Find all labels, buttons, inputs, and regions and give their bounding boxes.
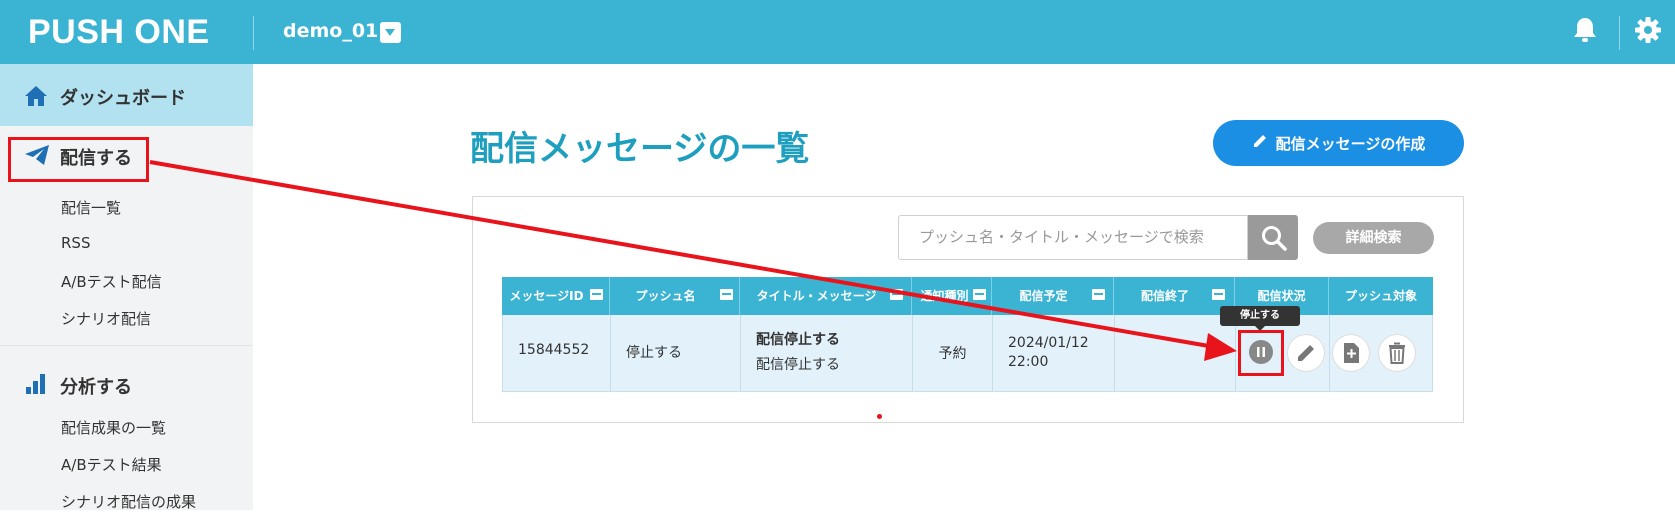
top-header: PUSH ONE demo_01 (0, 0, 1675, 64)
column-header-label: 配信終了 (1140, 289, 1189, 303)
highlight-box-pause (1238, 330, 1284, 376)
sidebar-item-dashboard[interactable]: ダッシュボード (0, 64, 253, 126)
cell-end (1115, 315, 1236, 391)
search-icon (1262, 226, 1287, 251)
sidebar-item-delivery-list[interactable]: 配信一覧 (61, 197, 121, 218)
cell-scheduled: 2024/01/12 22:00 (993, 315, 1115, 391)
sort-toggle-icon[interactable] (720, 289, 733, 300)
column-header-type[interactable]: 通知種別 (912, 277, 992, 315)
column-header-end[interactable]: 配信終了 (1114, 277, 1235, 315)
sort-toggle-icon[interactable] (1212, 289, 1225, 300)
delete-button[interactable] (1378, 334, 1416, 372)
sidebar-item-results[interactable]: 配信成果の一覧 (61, 417, 166, 438)
sidebar-item-ab-results[interactable]: A/Bテスト結果 (61, 454, 162, 475)
detail-search-button[interactable]: 詳細検索 (1313, 222, 1434, 254)
sort-toggle-icon[interactable] (590, 289, 603, 300)
gear-icon[interactable] (1634, 16, 1662, 48)
trash-icon (1389, 342, 1405, 364)
add-document-icon (1344, 343, 1359, 363)
sidebar-section-analyze[interactable]: 分析する (0, 364, 253, 402)
sidebar: ダッシュボード 配信する 配信一覧 RSS A/Bテスト配信 シナリオ配信 分析… (0, 64, 253, 512)
column-header-label: プッシュ名 (635, 289, 696, 303)
header-divider (253, 16, 254, 50)
sort-toggle-icon[interactable] (973, 289, 986, 300)
sidebar-divider (0, 345, 253, 346)
cell-push-name: 停止する (611, 315, 741, 391)
pause-tooltip: 停止する (1220, 306, 1300, 331)
column-header-label: 通知種別 (920, 289, 969, 303)
edit-button[interactable] (1287, 334, 1325, 372)
search-input[interactable]: プッシュ名・タイトル・メッセージで検索 (898, 215, 1248, 260)
sidebar-item-scenario[interactable]: シナリオ配信 (61, 308, 151, 329)
header-divider (1619, 16, 1620, 50)
sidebar-item-label: ダッシュボード (60, 88, 186, 109)
scheduled-time: 22:00 (1008, 354, 1049, 370)
column-header-push-name[interactable]: プッシュ名 (610, 277, 740, 315)
sidebar-item-scenario-results[interactable]: シナリオ配信の成果 (61, 491, 196, 512)
sidebar-section-label: 分析する (60, 377, 132, 398)
highlight-box-deliver (8, 137, 149, 182)
column-header-id[interactable]: メッセージID (502, 277, 610, 315)
annotation-dot (877, 414, 882, 419)
pencil-icon (1252, 133, 1268, 153)
copy-button[interactable] (1332, 334, 1370, 372)
search-button[interactable] (1248, 215, 1298, 260)
bar-chart-icon (24, 373, 48, 399)
column-header-label: タイトル・メッセージ (756, 289, 877, 303)
message-title: 配信停止する (756, 332, 840, 348)
scheduled-date: 2024/01/12 (1008, 335, 1089, 351)
project-dropdown-icon[interactable] (380, 22, 401, 43)
sidebar-item-rss[interactable]: RSS (61, 234, 90, 252)
cell-message-id: 15844552 (503, 315, 611, 391)
sort-toggle-icon[interactable] (1092, 289, 1105, 300)
page-title: 配信メッセージの一覧 (470, 129, 810, 169)
logo[interactable]: PUSH ONE (28, 13, 210, 52)
column-header-scheduled[interactable]: 配信予定 (992, 277, 1114, 315)
create-message-button[interactable]: 配信メッセージの作成 (1213, 120, 1464, 166)
column-header-label: 配信予定 (1019, 289, 1068, 303)
column-header-target: プッシュ対象 (1329, 277, 1433, 315)
sort-toggle-icon[interactable] (890, 289, 903, 300)
cell-title-message: 配信停止する 配信停止する (741, 315, 913, 391)
column-header-label: 配信状況 (1257, 289, 1306, 303)
create-message-label: 配信メッセージの作成 (1275, 134, 1426, 153)
cell-type: 予約 (913, 315, 993, 391)
column-header-label: メッセージID (509, 289, 584, 303)
home-icon (24, 85, 48, 111)
bell-icon[interactable] (1572, 16, 1598, 48)
sidebar-item-ab-delivery[interactable]: A/Bテスト配信 (61, 271, 162, 292)
pencil-icon (1298, 345, 1314, 361)
message-body: 配信停止する (756, 357, 840, 373)
project-name[interactable]: demo_01 (283, 20, 378, 42)
column-header-label: プッシュ対象 (1344, 289, 1417, 303)
column-header-title-message[interactable]: タイトル・メッセージ (740, 277, 912, 315)
